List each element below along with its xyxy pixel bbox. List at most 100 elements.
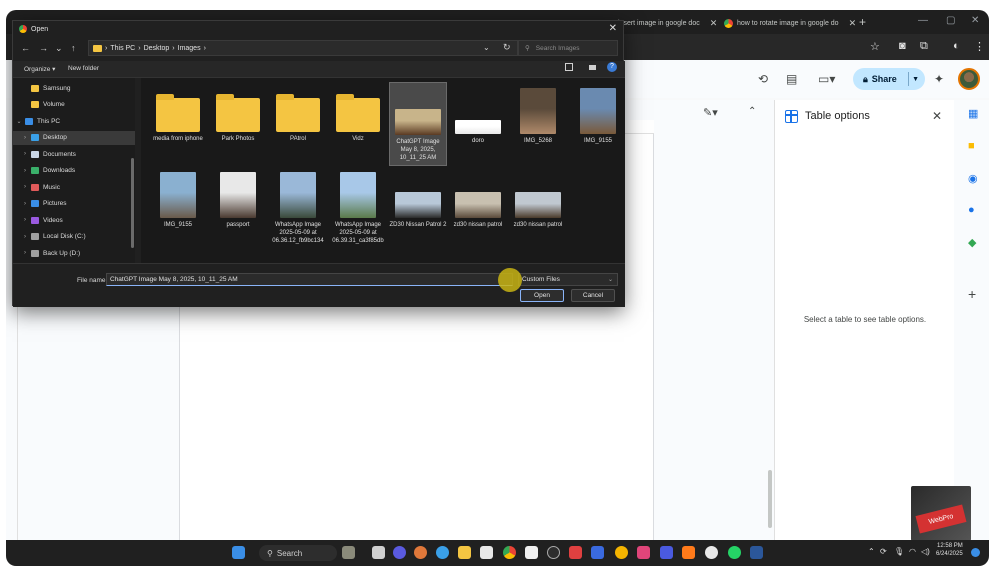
nav-item[interactable]: › Documents	[13, 147, 135, 161]
star-icon[interactable]: ☆	[870, 40, 880, 53]
chevron-icon[interactable]: ›	[19, 168, 31, 174]
file-explorer-icon[interactable]	[458, 546, 471, 559]
file-name-input[interactable]: ChatGPT Image May 8, 2025, 10_11_25 AM	[106, 273, 513, 286]
file-item[interactable]: zd30 nissan patrol	[449, 166, 507, 232]
new-folder-button[interactable]: New folder	[68, 65, 99, 72]
more-icon[interactable]: ⋮	[974, 40, 985, 53]
breadcrumb-item[interactable]: Desktop	[144, 45, 170, 52]
chevron-icon[interactable]: ›	[19, 184, 31, 190]
app-icon[interactable]	[591, 546, 604, 559]
chevron-icon[interactable]: ⌄	[13, 118, 25, 125]
nav-item[interactable]: ⌄ This PC	[13, 114, 135, 128]
notification-icon[interactable]	[971, 548, 980, 557]
meet-icon[interactable]: ▭▾	[818, 72, 835, 86]
file-item[interactable]: zd30 nissan patrol	[509, 166, 567, 232]
store-icon[interactable]	[525, 546, 538, 559]
gemini-icon[interactable]: ✦	[934, 72, 944, 86]
app-icon[interactable]	[705, 546, 718, 559]
breadcrumb-item[interactable]: This PC	[110, 45, 135, 52]
system-clock[interactable]: 12:58 PM 6/24/2025	[936, 542, 963, 558]
chevron-up-icon[interactable]: ⌃	[868, 547, 875, 556]
comment-icon[interactable]: ▤	[786, 72, 797, 86]
maximize-icon[interactable]: ▢	[946, 15, 955, 26]
nav-item[interactable]: › Local Disk (C:)	[13, 230, 135, 244]
chevron-icon[interactable]: ›	[19, 250, 31, 256]
nav-item[interactable]: Samsung	[13, 81, 135, 95]
new-tab-icon[interactable]: +	[859, 15, 866, 29]
cancel-button[interactable]: Cancel	[571, 289, 615, 302]
file-item[interactable]: WhatsApp Image 2025-05-09 at 06.39.31_ca…	[329, 166, 387, 248]
teams-icon[interactable]	[393, 546, 406, 559]
file-item[interactable]: ZD30 Nissan Patrol 2	[389, 166, 447, 232]
extensions-icon[interactable]: ⧉	[920, 40, 928, 53]
chevron-icon[interactable]: ›	[19, 151, 31, 157]
chrome-icon[interactable]	[503, 546, 516, 559]
volume-icon[interactable]: ◁)	[921, 547, 930, 556]
file-item[interactable]: ChatGPT Image May 8, 2025, 10_11_25 AM	[389, 82, 447, 166]
app-icon[interactable]	[660, 546, 673, 559]
folder-item[interactable]: media from iphone	[149, 82, 207, 146]
search-input[interactable]: ⚲ Search Images	[518, 40, 618, 56]
edge-icon[interactable]	[436, 546, 449, 559]
folder-item[interactable]: Park Photos	[209, 82, 267, 146]
close-icon[interactable]: ✕	[849, 18, 857, 29]
tray-icon[interactable]: ⟳	[880, 547, 887, 556]
nav-item[interactable]: › Downloads	[13, 164, 135, 178]
open-button[interactable]: Open	[520, 289, 564, 302]
chevron-down-icon[interactable]: ▼	[912, 76, 919, 83]
minimize-icon[interactable]: —	[918, 15, 928, 26]
chevron-down-icon[interactable]: ⌄	[483, 43, 490, 52]
widget-icon[interactable]	[342, 546, 355, 559]
file-item[interactable]: doro	[449, 82, 507, 148]
word-icon[interactable]	[750, 546, 763, 559]
refresh-icon[interactable]: ↻	[503, 42, 511, 53]
view-icon[interactable]	[565, 63, 573, 71]
close-icon[interactable]: ✕	[710, 18, 718, 29]
nav-item[interactable]: › Desktop	[13, 130, 135, 145]
scrollbar[interactable]	[131, 158, 134, 248]
folder-item[interactable]: PAtrol	[269, 82, 327, 146]
folder-item[interactable]: Vidz	[329, 82, 387, 146]
maps-icon[interactable]: ◆	[968, 236, 976, 249]
app-icon[interactable]	[547, 546, 560, 559]
tasks-icon[interactable]: ◉	[968, 172, 978, 185]
file-item[interactable]: passport	[209, 166, 267, 232]
chevron-up-icon[interactable]: ⌃	[748, 106, 756, 117]
forward-arrow-icon[interactable]: →	[39, 43, 48, 53]
add-icon[interactable]: +	[968, 286, 976, 302]
preview-pane-icon[interactable]	[589, 65, 596, 70]
photos-icon[interactable]	[480, 546, 493, 559]
file-item[interactable]: IMG_9155	[149, 166, 207, 232]
camera-icon[interactable]: ◙	[899, 40, 906, 52]
nav-item[interactable]: › Music	[13, 180, 135, 194]
file-item[interactable]: IMG_9155	[569, 82, 627, 148]
breadcrumb-item[interactable]: Images	[178, 45, 201, 52]
keep-icon[interactable]: ■	[968, 140, 975, 152]
share-button[interactable]: 🔒︎ Share ▼	[853, 68, 925, 90]
file-item[interactable]: IMG_5268	[509, 82, 567, 148]
chevron-icon[interactable]: ›	[19, 234, 31, 240]
back-arrow-icon[interactable]: ←	[21, 43, 30, 53]
wifi-icon[interactable]: ◠	[909, 547, 916, 556]
scrollbar[interactable]	[768, 470, 772, 528]
mic-icon[interactable]: 🎙︎	[894, 547, 904, 556]
start-icon[interactable]	[232, 546, 245, 559]
nav-item[interactable]: › Back Up (D:)	[13, 246, 135, 260]
contacts-icon[interactable]: ●	[968, 204, 975, 216]
close-icon[interactable]: ✕	[932, 109, 942, 123]
chevron-icon[interactable]: ›	[19, 217, 31, 223]
music-app-icon[interactable]	[637, 546, 650, 559]
nav-item[interactable]: Volume	[13, 98, 135, 112]
profile-icon[interactable]: ◐	[953, 40, 960, 52]
app-icon[interactable]	[682, 546, 695, 559]
taskbar-search[interactable]: ⚲ Search	[259, 545, 337, 561]
file-type-select[interactable]: Custom Files ⌄	[518, 273, 618, 286]
app-icon[interactable]	[569, 546, 582, 559]
chevron-icon[interactable]: ›	[19, 135, 31, 141]
firefox-icon[interactable]	[414, 546, 427, 559]
breadcrumb[interactable]: › This PC › Desktop › Images ›	[88, 40, 518, 56]
recent-chevron-icon[interactable]: ⌄	[55, 43, 63, 54]
file-item[interactable]: WhatsApp Image 2025-05-09 at 06.36.12_fb…	[269, 166, 327, 248]
edit-mode-icon[interactable]: ✎▾	[703, 106, 718, 119]
help-icon[interactable]: ?	[607, 62, 617, 72]
